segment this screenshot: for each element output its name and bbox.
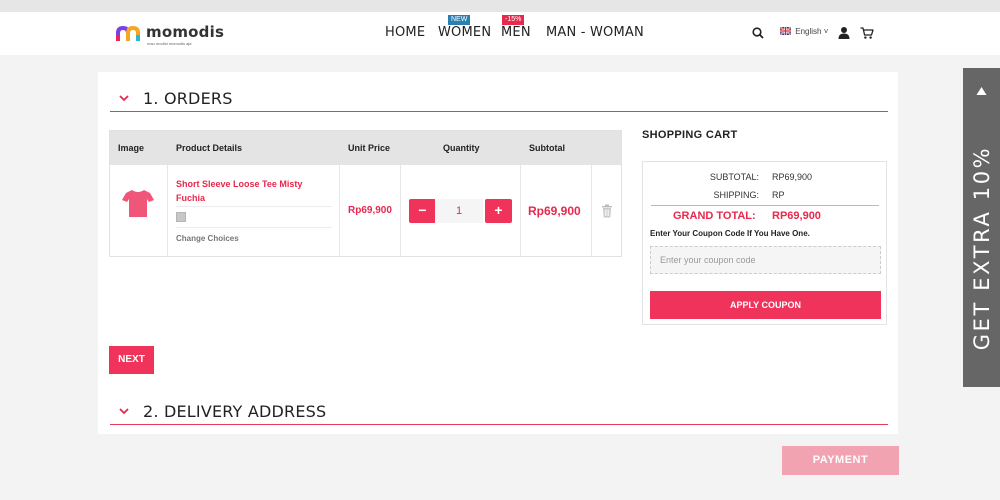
chevron-down-icon: ˅ (823, 27, 829, 36)
chevron-down-icon (119, 408, 129, 415)
quantity-increase-button[interactable]: + (485, 199, 512, 223)
divider (176, 227, 332, 228)
get-extra-discount-tab[interactable]: GET EXTRA 10% (963, 68, 1000, 387)
divider (176, 206, 332, 207)
nav-men[interactable]: MEN (501, 25, 531, 40)
orders-section-header[interactable]: 1. ORDERS (110, 86, 888, 112)
nav-man-woman[interactable]: MAN - WOMAN (546, 25, 644, 40)
coupon-hint: Enter Your Coupon Code If You Have One. (650, 229, 810, 238)
line-subtotal: Rp69,900 (528, 204, 581, 218)
logo-mark-icon (116, 26, 140, 41)
column-header-unit-price: Unit Price (348, 143, 391, 153)
shopping-cart-summary: SUBTOTAL: RP69,900 SHIPPING: RP GRAND TO… (642, 161, 887, 325)
nav-men-badge: -15% (502, 15, 525, 25)
nav-women[interactable]: WOMEN (438, 25, 491, 40)
arrow-up-icon (976, 87, 987, 95)
column-header-product-details: Product Details (176, 143, 243, 153)
trash-icon[interactable] (601, 204, 613, 218)
flag-uk-icon (780, 27, 791, 35)
search-icon[interactable] (751, 26, 765, 40)
table-header: Image Product Details Unit Price Quantit… (110, 131, 621, 165)
orders-section-title: 1. ORDERS (143, 89, 233, 108)
delivery-section-title: 2. DELIVERY ADDRESS (143, 402, 327, 421)
subtotal-label: SUBTOTAL: (709, 172, 759, 182)
grand-total-value: RP69,900 (772, 210, 821, 222)
nav-women-badge: NEW (448, 15, 471, 25)
shipping-value: RP (772, 190, 785, 200)
column-header-quantity: Quantity (443, 143, 480, 153)
divider (651, 205, 879, 206)
subtotal-value: RP69,900 (772, 172, 813, 182)
payment-button[interactable]: PAYMENT (782, 446, 899, 475)
site-header: momodis mau modist momodis aja HOME NEW … (0, 12, 1000, 55)
logo-tagline: mau modist momodis aja (147, 41, 192, 46)
grand-total-label: GRAND TOTAL: (673, 210, 756, 222)
product-name-link[interactable]: Short Sleeve Loose Tee Misty Fuchia (176, 177, 311, 205)
apply-coupon-button[interactable]: APPLY COUPON (650, 291, 881, 319)
user-icon[interactable] (837, 26, 851, 40)
shipping-label: SHIPPING: (713, 190, 759, 200)
column-divider (591, 165, 592, 257)
quantity-decrease-button[interactable]: − (409, 199, 436, 223)
color-swatch[interactable] (176, 212, 186, 222)
column-divider (167, 165, 168, 257)
language-selector[interactable]: English ˅ (780, 27, 828, 36)
unit-price: Rp69,900 (348, 205, 392, 216)
delivery-section-header[interactable]: 2. DELIVERY ADDRESS (110, 399, 888, 425)
coupon-code-input[interactable] (650, 246, 881, 274)
column-divider (339, 165, 340, 257)
top-strip (0, 0, 1000, 12)
shopping-cart-title: SHOPPING CART (642, 129, 738, 141)
cart-table: Image Product Details Unit Price Quantit… (109, 130, 622, 257)
chevron-down-icon (119, 95, 129, 102)
column-divider (400, 165, 401, 257)
nav-home[interactable]: HOME (385, 25, 425, 40)
checkout-panel: 1. ORDERS Image Product Details Unit Pri… (98, 72, 898, 434)
change-choices-link[interactable]: Change Choices (176, 234, 239, 243)
quantity-input[interactable] (435, 199, 483, 223)
cart-icon[interactable] (860, 26, 874, 40)
column-divider (520, 165, 521, 257)
product-image-tshirt[interactable] (122, 188, 154, 218)
get-extra-label: GET EXTRA 10% (970, 145, 994, 351)
column-header-image: Image (118, 143, 145, 153)
next-button[interactable]: NEXT (109, 346, 154, 374)
logo-text: momodis (146, 23, 225, 41)
column-header-subtotal: Subtotal (529, 143, 565, 153)
logo[interactable]: momodis mau modist momodis aja (116, 23, 226, 49)
language-label: English (795, 27, 822, 36)
